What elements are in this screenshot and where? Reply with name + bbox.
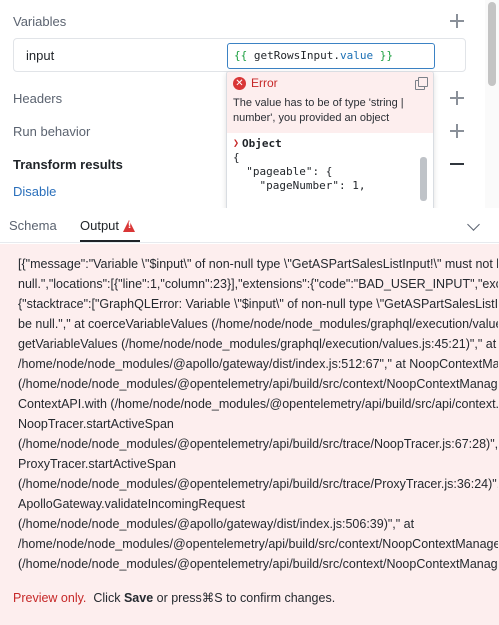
- warning-triangle-icon: [123, 219, 136, 232]
- variable-row: input {{ getRowsInput.value }}: [13, 38, 466, 72]
- output-line: (/home/node/node_modules/@opentelemetry/…: [18, 477, 498, 491]
- run-behavior-label: Run behavior: [13, 123, 91, 139]
- add-variable-plus-icon[interactable]: [449, 13, 465, 29]
- object-toggle[interactable]: ❯ Object: [233, 137, 427, 151]
- add-header-plus-icon[interactable]: [449, 90, 465, 106]
- output-line: NoopTracer.startActiveSpan: [18, 417, 174, 431]
- output-line: ProxyTracer.startActiveSpan: [18, 457, 176, 471]
- output-line: (/home/node/node_modules/@apollo/gateway…: [18, 517, 415, 531]
- copy-icon[interactable]: [415, 77, 428, 90]
- collapse-transform-minus-icon[interactable]: [449, 156, 465, 172]
- output-line: [{"message":"Variable \"$input\" of non-…: [18, 257, 498, 271]
- object-label: Object: [242, 137, 282, 150]
- expr-open-brace: {{: [234, 49, 248, 62]
- output-line: (/home/node/node_modules/@opentelemetry/…: [18, 557, 498, 571]
- error-x-circle-icon: ✕: [233, 76, 246, 90]
- variable-value-input[interactable]: {{ getRowsInput.value }}: [227, 43, 435, 69]
- output-line: ApolloGateway.validateIncomingRequest: [18, 497, 245, 511]
- run-behavior-plus-icon[interactable]: [449, 123, 465, 139]
- chevron-right-icon: ❯: [233, 138, 240, 149]
- error-popover: ✕ Error The value has to be of type 'str…: [226, 71, 434, 208]
- tab-schema[interactable]: Schema: [9, 218, 57, 233]
- expr-dot: .: [333, 49, 340, 62]
- error-message: The value has to be of type 'string | nu…: [233, 97, 404, 124]
- output-line: /home/node/node_modules/@apollo/gateway/…: [18, 357, 498, 371]
- tab-output[interactable]: Output: [80, 218, 136, 233]
- transform-results-label: Transform results: [13, 156, 123, 172]
- output-line: getVariableValues (/home/node/node_modul…: [18, 337, 497, 351]
- editor-panel: Variables input {{ getRowsInput.value }}…: [0, 0, 499, 208]
- variables-section-header: Variables: [13, 10, 465, 32]
- footer-rest-text: or press⌘S to confirm changes.: [156, 591, 336, 605]
- output-text: [{"message":"Variable \"$input\" of non-…: [18, 254, 498, 574]
- result-tabs: Schema Output: [0, 208, 499, 243]
- disable-transform-link[interactable]: Disable: [13, 184, 56, 199]
- object-line: "pageable": {: [233, 165, 333, 178]
- panel-scrollbar[interactable]: [485, 0, 499, 208]
- output-line: be null."," at coerceVariableValues (/ho…: [18, 317, 498, 331]
- error-popover-scrollbar[interactable]: [420, 157, 427, 201]
- expr-identifier: getRowsInput: [253, 49, 334, 62]
- footer-click-text: Click: [93, 591, 121, 605]
- footer-save-text: Save: [123, 591, 154, 605]
- preview-only-label: Preview only.: [13, 591, 87, 605]
- expr-property: value: [339, 49, 374, 62]
- error-title: Error: [251, 76, 278, 90]
- error-object-viewer: ❯ Object { "pageable": { "pageNumber": 1…: [227, 133, 433, 201]
- output-panel: [{"message":"Variable \"$input\" of non-…: [0, 244, 499, 625]
- variables-label: Variables: [13, 13, 67, 29]
- object-line: "pageNumber": 1,: [233, 179, 366, 192]
- panel-scrollbar-thumb[interactable]: [488, 2, 496, 86]
- output-line: ContextAPI.with (/home/node/node_modules…: [18, 397, 498, 411]
- tab-output-label: Output: [80, 218, 120, 233]
- output-line: null.","locations":[{"line":1,"column":2…: [18, 277, 498, 291]
- output-line: /home/node/node_modules/@opentelemetry/a…: [18, 537, 498, 551]
- output-line: (/home/node/node_modules/@opentelemetry/…: [18, 377, 498, 391]
- active-tab-indicator: [80, 240, 140, 242]
- error-title-row: ✕ Error: [233, 76, 427, 90]
- headers-label: Headers: [13, 90, 63, 106]
- error-popover-header: ✕ Error The value has to be of type 'str…: [227, 72, 433, 133]
- expr-close-brace: }}: [379, 49, 393, 62]
- preview-footer: Preview only. Click Save or press⌘S to c…: [13, 590, 335, 605]
- output-line: (/home/node/node_modules/@opentelemetry/…: [18, 437, 498, 451]
- chevron-down-icon[interactable]: [467, 218, 480, 231]
- variable-name: input: [26, 48, 55, 63]
- object-line: {: [233, 151, 240, 164]
- output-line: {"stacktrace":["GraphQLError: Variable \…: [18, 297, 498, 311]
